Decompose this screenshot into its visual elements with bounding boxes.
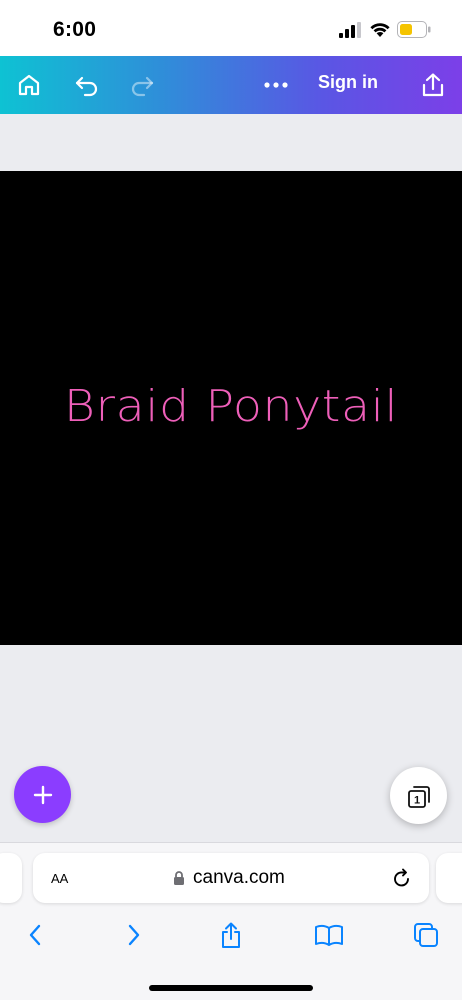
share-button[interactable] xyxy=(418,56,448,114)
home-icon xyxy=(18,74,40,96)
browser-share-button[interactable] xyxy=(211,915,251,955)
reload-icon xyxy=(394,868,409,887)
tabs-icon xyxy=(414,923,438,947)
add-element-button[interactable] xyxy=(14,766,71,823)
forward-icon xyxy=(128,924,140,946)
design-page[interactable]: Braid Ponytail xyxy=(0,171,462,645)
share-icon xyxy=(422,73,444,97)
back-icon xyxy=(29,924,41,946)
home-indicator xyxy=(149,985,313,991)
address-bar[interactable]: AA canva.com xyxy=(33,853,429,903)
text-size-label: AA xyxy=(51,871,69,886)
bookmarks-icon xyxy=(315,924,343,946)
text-size-button[interactable]: AA xyxy=(51,867,68,888)
bookmarks-button[interactable] xyxy=(309,915,349,955)
cellular-signal-icon xyxy=(339,22,361,38)
home-button[interactable] xyxy=(12,56,46,114)
reload-button[interactable] xyxy=(391,867,413,894)
pages-button[interactable]: 1 xyxy=(390,767,447,824)
forward-button[interactable] xyxy=(114,915,154,955)
browser-bottom-bar: AA canva.com xyxy=(0,842,462,1000)
more-icon xyxy=(264,82,288,88)
plus-icon xyxy=(33,785,52,804)
pages-icon: 1 xyxy=(407,785,430,808)
redo-button[interactable] xyxy=(127,56,157,114)
wifi-icon xyxy=(370,23,390,37)
design-canvas-area[interactable]: Braid Ponytail xyxy=(0,114,462,842)
editor-toolbar: Sign in xyxy=(0,56,462,114)
share-icon xyxy=(222,922,240,948)
url-display[interactable]: canva.com xyxy=(173,867,285,889)
undo-button[interactable] xyxy=(72,56,102,114)
tabs-button[interactable] xyxy=(406,915,446,955)
back-button[interactable] xyxy=(15,915,55,955)
next-tab-preview[interactable] xyxy=(436,853,462,903)
undo-icon xyxy=(75,76,98,97)
redo-icon xyxy=(131,76,154,97)
lock-icon xyxy=(174,871,184,885)
previous-tab-preview[interactable] xyxy=(0,853,22,903)
browser-nav-row xyxy=(0,915,462,955)
status-time: 6:00 xyxy=(53,18,97,41)
page-count: 1 xyxy=(413,794,419,806)
battery-icon xyxy=(397,21,431,38)
sign-in-button[interactable]: Sign in xyxy=(318,72,378,93)
url-text: canva.com xyxy=(193,867,285,888)
more-button[interactable] xyxy=(258,56,294,114)
design-title-text[interactable]: Braid Ponytail xyxy=(0,381,462,432)
status-bar: 6:00 xyxy=(0,0,462,56)
